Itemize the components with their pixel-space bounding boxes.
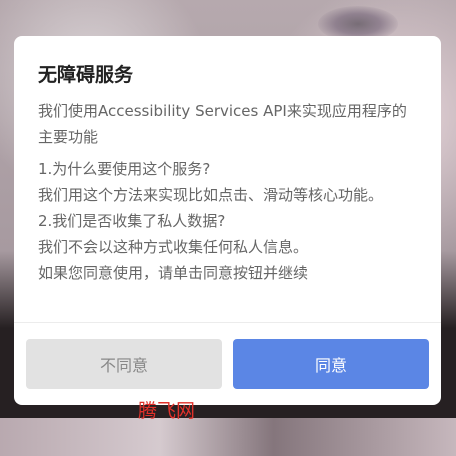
- disagree-button[interactable]: 不同意: [26, 339, 222, 389]
- dialog-qa: 1.为什么要使用这个服务? 我们用这个方法来实现比如点击、滑动等核心功能。 2.…: [38, 156, 420, 286]
- agree-button[interactable]: 同意: [233, 339, 429, 389]
- dialog-title: 无障碍服务: [38, 64, 134, 86]
- answer-1: 我们用这个方法来实现比如点击、滑动等核心功能。: [38, 186, 384, 204]
- dialog-intro: 我们使用Accessibility Services API来实现应用程序的主要…: [38, 102, 407, 146]
- consent-instruction: 如果您同意使用，请单击同意按钮并继续: [38, 264, 309, 282]
- question-1: 1.为什么要使用这个服务?: [38, 160, 211, 178]
- dialog-divider: [14, 322, 441, 323]
- dialog-content: 我们使用Accessibility Services API来实现应用程序的主要…: [38, 98, 420, 286]
- watermark: 腾飞网: [138, 400, 196, 422]
- answer-2: 我们不会以这种方式收集任何私人信息。: [38, 238, 309, 256]
- background-art-bottom: [0, 418, 456, 456]
- question-2: 2.我们是否收集了私人数据?: [38, 212, 226, 230]
- accessibility-service-dialog: 无障碍服务 我们使用Accessibility Services API来实现应…: [14, 36, 441, 405]
